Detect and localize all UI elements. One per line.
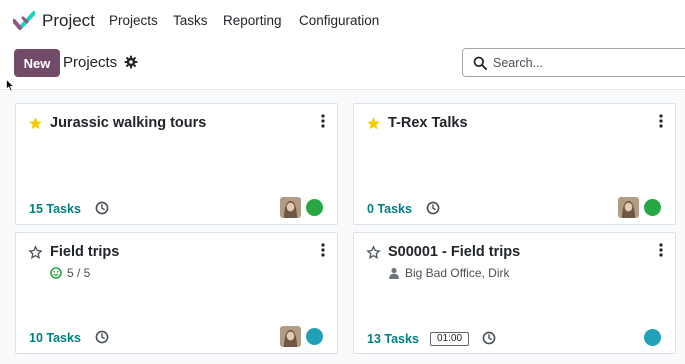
tasks-count-link[interactable]: 10 Tasks xyxy=(29,331,81,345)
status-indicator[interactable] xyxy=(644,199,661,216)
search-icon xyxy=(473,56,487,70)
project-card[interactable]: Jurassic walking tours 15 Tasks xyxy=(15,103,338,225)
search-box[interactable] xyxy=(462,48,685,77)
customer-summary: Big Bad Office, Dirk xyxy=(388,266,509,280)
menu-projects[interactable]: Projects xyxy=(109,13,158,28)
project-title[interactable]: S00001 - Field trips xyxy=(388,244,520,260)
status-indicator[interactable] xyxy=(644,329,661,346)
menu-configuration[interactable]: Configuration xyxy=(299,13,379,28)
project-title[interactable]: Field trips xyxy=(50,244,119,260)
rating-text: 5 / 5 xyxy=(67,266,91,280)
customer-text: Big Bad Office, Dirk xyxy=(405,266,510,280)
top-navbar: Project Projects Tasks Reporting Configu… xyxy=(0,0,685,42)
project-card[interactable]: Field trips 5 / 5 10 Tasks xyxy=(15,232,338,354)
star-filled-icon[interactable] xyxy=(28,116,43,131)
tasks-count-link[interactable]: 0 Tasks xyxy=(367,202,412,216)
project-title[interactable]: Jurassic walking tours xyxy=(50,115,206,131)
star-outline-icon[interactable] xyxy=(366,245,381,260)
clock-icon[interactable] xyxy=(426,201,440,215)
gear-icon[interactable] xyxy=(124,55,138,69)
tasks-count-link[interactable]: 15 Tasks xyxy=(29,202,81,216)
avatar[interactable] xyxy=(280,197,301,218)
new-button[interactable]: New xyxy=(14,49,60,77)
status-indicator[interactable] xyxy=(306,328,323,345)
menu-reporting[interactable]: Reporting xyxy=(223,13,282,28)
kebab-menu-icon[interactable] xyxy=(659,243,663,257)
tasks-count-link[interactable]: 13 Tasks xyxy=(367,332,419,346)
project-app-logo-icon[interactable] xyxy=(13,11,35,31)
avatar[interactable] xyxy=(280,326,301,347)
kebab-menu-icon[interactable] xyxy=(321,114,325,128)
kebab-menu-icon[interactable] xyxy=(659,114,663,128)
search-input[interactable] xyxy=(493,53,683,73)
menu-tasks[interactable]: Tasks xyxy=(173,13,208,28)
project-title[interactable]: T-Rex Talks xyxy=(388,115,468,131)
app-name[interactable]: Project xyxy=(42,11,95,31)
status-indicator[interactable] xyxy=(306,199,323,216)
star-filled-icon[interactable] xyxy=(366,116,381,131)
project-card[interactable]: S00001 - Field trips Big Bad Office, Dir… xyxy=(353,232,676,354)
breadcrumb: Projects xyxy=(63,54,118,71)
smile-icon xyxy=(50,267,62,279)
allocated-time-badge: 01:00 xyxy=(430,332,470,346)
clock-icon[interactable] xyxy=(95,330,109,344)
control-panel: New Projects xyxy=(0,42,685,90)
clock-icon[interactable] xyxy=(95,201,109,215)
project-card[interactable]: T-Rex Talks 0 Tasks xyxy=(353,103,676,225)
kebab-menu-icon[interactable] xyxy=(321,243,325,257)
mouse-cursor-icon xyxy=(6,79,14,92)
star-outline-icon[interactable] xyxy=(28,245,43,260)
rating-summary: 5 / 5 xyxy=(50,266,90,280)
user-icon xyxy=(389,267,399,279)
clock-icon[interactable] xyxy=(482,331,496,345)
avatar[interactable] xyxy=(618,197,639,218)
